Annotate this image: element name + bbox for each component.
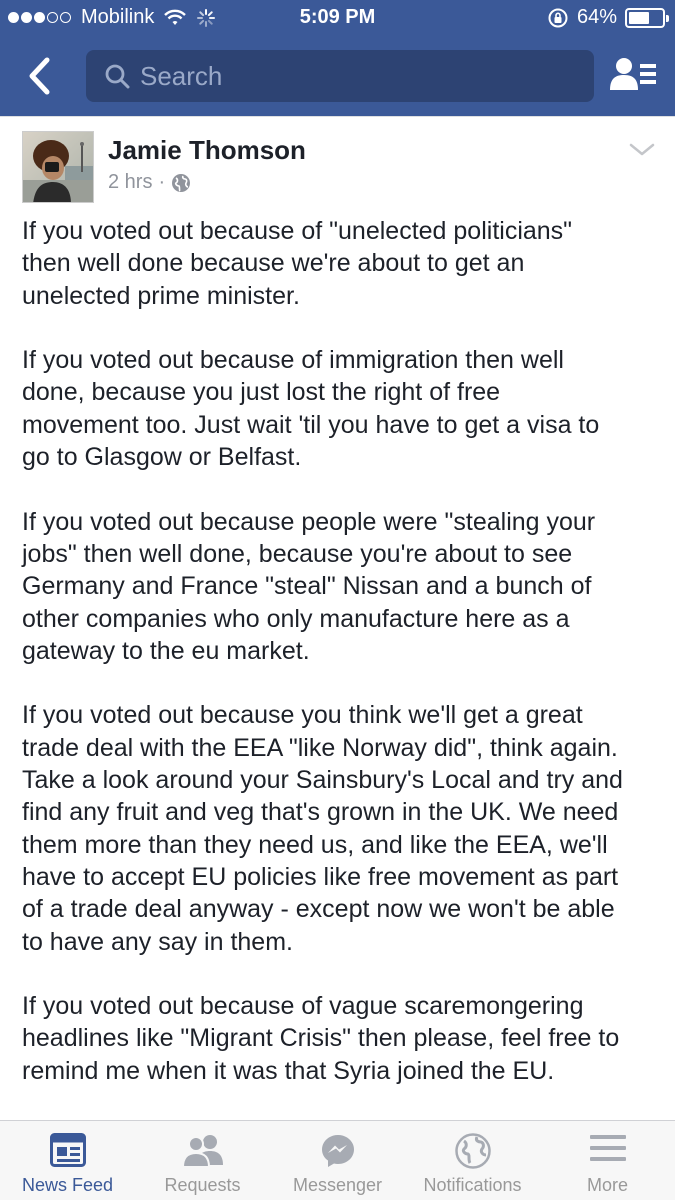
status-right: 64% xyxy=(547,6,669,29)
tab-label: News Feed xyxy=(21,1175,114,1195)
post-paragraph: If you voted out because of vague scarem… xyxy=(22,992,620,1085)
tab-requests[interactable]: Requests xyxy=(135,1121,270,1200)
avatar[interactable] xyxy=(22,131,94,203)
search-icon xyxy=(105,64,130,89)
tab-more[interactable]: More xyxy=(540,1121,675,1200)
post-paragraph: If you voted out because people were "st… xyxy=(22,507,596,665)
nav-bar xyxy=(0,36,675,116)
search-input[interactable] xyxy=(140,60,580,92)
more-menu-icon xyxy=(589,1135,626,1161)
post-author-name[interactable]: Jamie Thomson xyxy=(108,135,306,166)
tab-messenger[interactable]: Messenger xyxy=(270,1121,405,1200)
post-paragraph: If you voted out because you think we'll… xyxy=(22,701,623,956)
status-bar: Mobilink 5:09 PM 64% xyxy=(0,0,675,36)
battery-percent: 64% xyxy=(576,6,617,28)
bottom-tab-bar: News Feed Requests Messenger Notificatio… xyxy=(0,1120,675,1200)
news-feed-icon xyxy=(49,1133,86,1167)
post-timestamp[interactable]: 2 hrs xyxy=(108,171,152,194)
friends-list-button[interactable] xyxy=(610,56,658,96)
tab-label: Notifications xyxy=(423,1175,522,1195)
post-paragraph: If you voted out because of immigration … xyxy=(22,346,600,472)
back-button[interactable] xyxy=(20,54,60,98)
profile-photo xyxy=(23,132,93,202)
post-meta: 2 hrs · xyxy=(108,171,191,194)
search-bar[interactable] xyxy=(86,50,594,102)
feed-post: Jamie Thomson 2 hrs · If you voted out b… xyxy=(0,116,675,1120)
tab-notifications[interactable]: Notifications xyxy=(405,1121,540,1200)
rotation-lock-icon xyxy=(548,8,568,27)
tab-label: More xyxy=(586,1175,628,1195)
notifications-globe-icon xyxy=(454,1133,491,1169)
friends-list-icon xyxy=(610,58,656,90)
post-paragraph: If you voted out because of "unelected p… xyxy=(22,217,573,310)
post-options-button[interactable] xyxy=(626,137,658,161)
battery-icon xyxy=(625,7,669,28)
post-body: If you voted out because of "unelected p… xyxy=(22,215,662,1119)
messenger-icon xyxy=(321,1135,354,1167)
back-chevron-icon xyxy=(29,57,50,95)
tab-label: Messenger xyxy=(292,1175,383,1195)
globe-icon xyxy=(172,173,191,192)
tab-label: Requests xyxy=(164,1175,241,1195)
tab-news-feed[interactable]: News Feed xyxy=(0,1121,135,1200)
friend-requests-icon xyxy=(181,1135,223,1167)
meta-separator: · xyxy=(158,171,166,193)
chevron-down-icon xyxy=(629,143,655,156)
